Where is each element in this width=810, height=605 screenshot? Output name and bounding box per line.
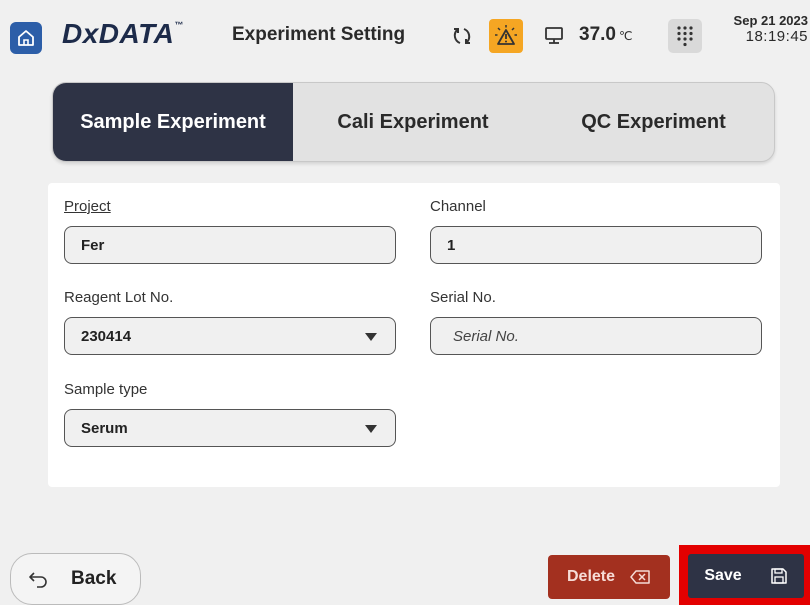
back-label: Back [71, 568, 117, 589]
date-text: Sep 21 2023 [733, 13, 808, 28]
channel-value: 1 [447, 236, 456, 254]
serial-no-placeholder: Serial No. [453, 327, 519, 345]
page-title: Experiment Setting [232, 24, 406, 45]
tab-sample-experiment[interactable]: Sample Experiment [53, 83, 293, 161]
tab-qc-experiment[interactable]: QC Experiment [533, 83, 774, 161]
home-icon [18, 30, 34, 46]
back-arrow-icon [29, 572, 47, 588]
floppy-disk-icon [770, 568, 787, 584]
channel-label: Channel [430, 198, 486, 215]
serial-no-label: Serial No. [430, 289, 496, 306]
reagent-lot-label: Reagent Lot No. [64, 289, 174, 306]
top-bar: DxDATA™ Experiment Setting 37.0 ℃ Sep 21… [0, 0, 810, 66]
sample-type-label: Sample type [64, 381, 148, 398]
refresh-icon[interactable] [451, 25, 473, 47]
dropdown-arrow-icon [365, 333, 377, 341]
sample-type-select[interactable]: Serum [64, 409, 396, 447]
channel-field[interactable]: 1 [430, 226, 762, 264]
project-label: Project [64, 198, 111, 215]
delete-label: Delete [566, 568, 616, 585]
experiment-tabs: Sample Experiment Cali Experiment QC Exp… [52, 82, 775, 162]
reagent-lot-select[interactable]: 230414 [64, 317, 396, 355]
monitor-icon[interactable] [543, 24, 565, 46]
brand-trademark: ™ [174, 20, 184, 30]
back-button[interactable]: Back [10, 553, 141, 605]
temperature-value: 37.0 [579, 24, 616, 45]
reagent-lot-value: 230414 [81, 327, 132, 345]
time-text: 18:19:45 [745, 28, 808, 45]
serial-no-input[interactable]: Serial No. [430, 317, 762, 355]
sample-type-value: Serum [81, 419, 128, 437]
datetime-display: Sep 21 2023 18:19:45 [734, 13, 808, 45]
temperature-unit: ℃ [618, 29, 633, 43]
project-field[interactable]: Fer [64, 226, 396, 264]
warning-icon [495, 25, 517, 45]
brand-name: DxDATA [62, 18, 175, 49]
dropdown-arrow-icon [365, 425, 377, 433]
keypad-button[interactable] [668, 19, 702, 53]
delete-button[interactable]: Delete [548, 555, 670, 599]
temperature-readout: 37.0 ℃ [579, 24, 632, 46]
brand-logo: DxDATA™ [62, 18, 184, 50]
backspace-icon [630, 570, 650, 584]
save-label: Save [704, 567, 742, 584]
project-value: Fer [81, 236, 105, 254]
save-button[interactable]: Save [688, 554, 804, 598]
tab-cali-experiment[interactable]: Cali Experiment [293, 83, 533, 161]
keypad-icon [677, 26, 693, 47]
alarm-button[interactable] [489, 19, 523, 53]
home-button[interactable] [10, 22, 42, 54]
experiment-form: Project Fer Channel 1 Reagent Lot No. 23… [48, 183, 780, 487]
